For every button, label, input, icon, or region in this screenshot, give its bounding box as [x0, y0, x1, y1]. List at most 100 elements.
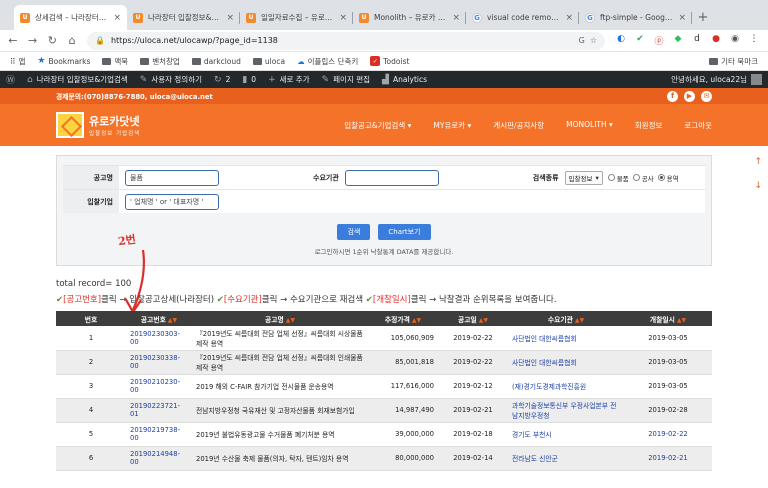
address-bar[interactable]: 🔒 https://uloca.net/ulocawp/?page_id=113… [87, 31, 605, 50]
wp-analytics[interactable]: ▟ Analytics [382, 75, 427, 85]
bookmark-link[interactable]: ☁ 이플립스 단축키 [297, 56, 358, 67]
chevron-down-icon: ▾ [595, 173, 599, 182]
browser-tab[interactable]: U 일일자료수집 – 유로카 uloca × [240, 5, 353, 30]
bookmark-star-icon[interactable]: ☆ [590, 36, 597, 45]
bookmark-folder[interactable]: 벤처창업 [140, 56, 180, 67]
nav-item-member[interactable]: 회원정보 [635, 120, 663, 131]
notice-id-link[interactable]: 20190230303-00 [126, 326, 192, 351]
wp-site-name[interactable]: ⌂ 나라장터 입찰정보&기업검색 [27, 74, 128, 85]
nav-item-search[interactable]: 입찰공고&기업검색 ▾ [344, 120, 411, 131]
extension-icon-4[interactable]: ● [710, 34, 722, 47]
evernote-icon[interactable]: ◆ [672, 34, 684, 47]
notice-id-link[interactable]: 20190219738-00 [126, 422, 192, 447]
close-icon[interactable]: × [565, 13, 573, 23]
bookmark-folder[interactable]: uloca [252, 57, 285, 66]
sort-icon[interactable]: ▲▼ [410, 317, 421, 324]
browser-tab[interactable]: Gftp-simple - Google 검색 × [579, 5, 692, 30]
notice-input[interactable]: 물품 [125, 169, 219, 186]
radio-goods[interactable]: 물품 [607, 173, 629, 183]
column-header[interactable]: 수요기관 ▲▼ [508, 311, 624, 326]
sort-icon[interactable]: ▲▼ [477, 317, 488, 324]
radio-construction[interactable]: 공사 [632, 173, 654, 183]
new-tab-icon[interactable]: + [692, 5, 714, 30]
browser-tab[interactable]: U Monolith – 유로카 uloca × [353, 5, 466, 30]
wp-new[interactable]: + 새로 추가 [268, 74, 310, 85]
mail-icon[interactable]: ✉ [701, 90, 712, 102]
close-icon[interactable]: × [339, 13, 347, 23]
search-row-company: 입찰기업 ' 업체명 ' or ' 대표자명 ' [63, 189, 705, 213]
close-icon[interactable]: × [113, 13, 121, 23]
bookmark-folder[interactable]: 맥북 [102, 56, 128, 67]
extension-icon-3[interactable]: d [691, 34, 703, 47]
sort-icon[interactable]: ▲▼ [573, 317, 584, 324]
bookmark-other[interactable]: 기타 북마크 [709, 56, 758, 67]
opening-date[interactable]: 2019-02-22 [624, 422, 712, 447]
close-icon[interactable]: × [452, 13, 460, 23]
scroll-arrows[interactable]: ↑ ↓ [754, 150, 762, 198]
estimated-price: 39,000,000 [368, 422, 438, 447]
search-button[interactable]: 검색 [337, 224, 371, 240]
table-row: 2 20190230338-00 『2019년도 씨름대회 전담 업체 선정』씨름대… [56, 350, 712, 375]
profile-icon[interactable]: ◉ [729, 34, 741, 47]
sort-icon[interactable]: ▲▼ [675, 317, 686, 324]
demand-input[interactable] [344, 169, 439, 186]
facebook-icon[interactable]: f [667, 90, 678, 102]
browser-tab[interactable]: U 상세검색 – 나라장터 입찰정보 × [14, 5, 127, 30]
nav-item-my[interactable]: MY유로카 ▾ [433, 120, 471, 131]
nav-item-board[interactable]: 게시판/공지사항 [493, 120, 544, 131]
wp-comments[interactable]: ▮ 0 [242, 75, 256, 85]
notice-name-text: 2019년 불법유동광고물 수거물품 폐기처분 용역 [196, 431, 335, 439]
browser-tab[interactable]: U 나라장터 입찰정보&기업검색 × [127, 5, 240, 30]
demand-org-link[interactable]: 경기도 부천시 [508, 422, 624, 447]
wp-customize[interactable]: ✎ 사용자 정의하기 [140, 74, 202, 85]
notice-id-link[interactable]: 20190223721-01 [126, 398, 192, 423]
chart-button[interactable]: Chart보기 [378, 224, 431, 240]
demand-org-link[interactable]: 전라남도 신안군 [508, 446, 624, 471]
wp-updates[interactable]: ↻ 2 [214, 75, 230, 85]
extension-icon-1[interactable]: ◐ [615, 34, 627, 47]
nav-item-monolith[interactable]: MONOLITH ▾ [566, 120, 613, 131]
site-logo[interactable]: 유로카닷넷 입찰정보 기업검색 [56, 112, 140, 138]
demand-org-link[interactable]: 사단법인 대한씨름협회 [508, 326, 624, 351]
radio-service[interactable]: 용역 [657, 173, 679, 183]
type-select[interactable]: 입찰정보 ▾ [564, 170, 603, 185]
notice-id-link-text: 20190210230-00 [130, 378, 181, 394]
close-icon[interactable]: × [226, 13, 234, 23]
browser-tab[interactable]: Gvisual code remote ftp × [466, 5, 579, 30]
reload-icon[interactable]: ↻ [48, 34, 58, 47]
demand-org-link[interactable]: 과학기술정보통신부 우정사업본부 전남지방우정청 [508, 398, 624, 423]
notice-id-link[interactable]: 20190210230-00 [126, 374, 192, 399]
back-icon[interactable]: ← [8, 34, 18, 47]
sort-icon[interactable]: ▲▼ [166, 317, 177, 324]
column-header[interactable]: 추정가격 ▲▼ [368, 311, 438, 326]
demand-org-link[interactable]: 사단법인 대한씨름협회 [508, 350, 624, 375]
column-header[interactable]: 공고일 ▲▼ [438, 311, 508, 326]
bookmark-apps[interactable]: ⠿ 앱 [10, 56, 25, 67]
opening-date[interactable]: 2019-02-21 [624, 446, 712, 471]
demand-org-link[interactable]: (재)경기도경제과학진흥원 [508, 374, 624, 399]
close-icon[interactable]: × [678, 13, 686, 23]
forward-icon[interactable]: → [28, 34, 38, 47]
sort-icon[interactable]: ▲▼ [284, 317, 295, 324]
row-number: 6 [56, 446, 126, 471]
site-favicon-icon: U [359, 12, 369, 23]
home-icon[interactable]: ⌂ [67, 34, 77, 47]
company-input[interactable]: ' 업체명 ' or ' 대표자명 ' [125, 193, 219, 210]
wp-edit-page[interactable]: ✎ 페이지 편집 [322, 74, 370, 85]
notice-id-link[interactable]: 20190230338-00 [126, 350, 192, 375]
youtube-icon[interactable]: ▶ [684, 90, 695, 102]
pinterest-icon[interactable]: ⓟ [653, 34, 665, 47]
extension-icon-2[interactable]: ✔ [634, 34, 646, 47]
column-header[interactable]: 공고번호 ▲▼ [126, 311, 192, 326]
wp-account[interactable]: 안녕하세요, uloca22님 [671, 74, 762, 85]
bookmark-bookmarks[interactable]: ★ Bookmarks [37, 56, 90, 66]
wp-logo-icon[interactable]: Ⓦ [6, 73, 15, 86]
nav-item-logout[interactable]: 로그아웃 [684, 120, 712, 131]
bookmark-folder[interactable]: darkcloud [191, 57, 241, 66]
bookmark-todoist[interactable]: ✓ Todoist [370, 56, 409, 66]
column-header[interactable]: 개찰일시 ▲▼ [624, 311, 712, 326]
column-header[interactable]: 공고명 ▲▼ [192, 311, 368, 326]
notice-id-link[interactable]: 20190214948-00 [126, 446, 192, 471]
menu-dots-icon[interactable]: ⋮ [748, 34, 760, 47]
translate-icon[interactable]: G [579, 36, 585, 45]
